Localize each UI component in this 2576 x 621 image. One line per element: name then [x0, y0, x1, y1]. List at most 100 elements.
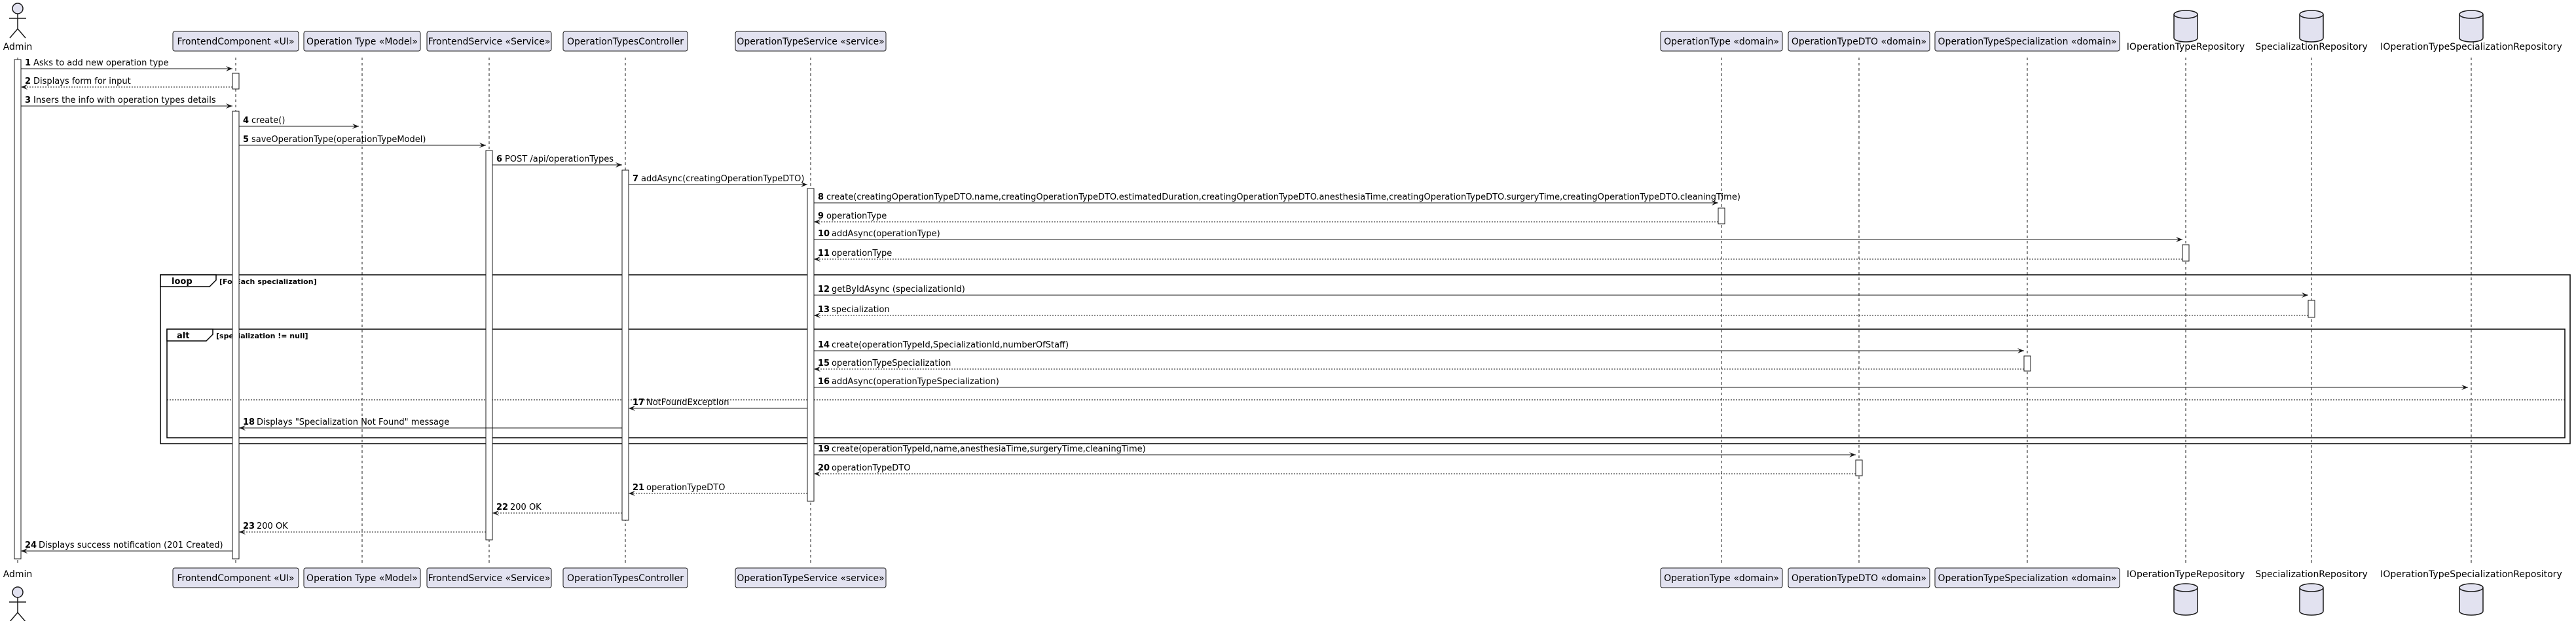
message-number: 5 [243, 135, 249, 145]
message-15: 15 operationTypeSpecialization [814, 359, 2024, 372]
participant-operation-type-service-top: OperationTypeService «service» [735, 31, 887, 52]
participant-frontend-component-bottom: FrontendComponent «UI» [172, 567, 299, 588]
message-number: 22 [496, 503, 508, 512]
message-10: 10 addAsync(operationType) [814, 229, 2182, 242]
activation-bar-ioperation-type-repository [2182, 244, 2190, 262]
message-1: 1 Asks to add new operation type [21, 58, 232, 71]
message-12: 12 getByIdAsync (specializationId) [814, 285, 2308, 298]
message-13: 13 specialization [814, 305, 2308, 318]
message-number: 6 [496, 154, 502, 164]
message-number: 18 [243, 417, 255, 427]
activation-bar-frontend-component [232, 111, 240, 559]
message-label: Insers the info with operation types det… [33, 96, 216, 105]
message-4: 4 create() [239, 116, 359, 129]
participant-label: OperationTypeDTO «domain» [1792, 37, 1926, 47]
message-label: operationTypeDTO [832, 463, 910, 473]
activation-bar-operation-type-dto [1855, 459, 1863, 476]
participant-label: Operation Type «Model» [306, 37, 418, 47]
message-label: getByIdAsync (specializationId) [832, 285, 965, 294]
participant-label: Admin [3, 42, 33, 52]
message-24: 24 Displays success notification (201 Cre… [21, 541, 232, 554]
message-number: 16 [818, 377, 830, 387]
message-label: specialization [832, 305, 890, 315]
participant-ioperation-type-repository-bottom: IOperationTypeRepository [2127, 569, 2245, 616]
participant-ioperation-type-specialization-repository-top: IOperationTypeSpecializationRepository [2380, 10, 2562, 52]
database-icon [2459, 583, 2484, 616]
message-number: 14 [818, 340, 830, 350]
participant-label: OperationType «domain» [1664, 37, 1779, 47]
message-20: 20 operationTypeDTO [814, 463, 1856, 476]
participant-admin-top: Admin [3, 3, 33, 52]
participant-label: IOperationTypeSpecializationRepository [2380, 42, 2562, 52]
message-label: addAsync(operationTypeSpecialization) [832, 377, 999, 387]
participant-frontend-service-bottom: FrontendService «Service» [426, 567, 552, 588]
participant-label: Operation Type «Model» [306, 573, 418, 584]
participant-label: OperationTypeSpecialization «domain» [1938, 573, 2117, 584]
participant-label: FrontendComponent «UI» [177, 573, 294, 584]
message-9: 9 operationType [814, 211, 1718, 224]
loop-keyword: loop [172, 277, 193, 287]
participant-specialization-repository-bottom: SpecializationRepository [2255, 569, 2368, 616]
message-number: 1 [25, 58, 31, 68]
activation-bar-operation-type-domain [1718, 207, 1725, 224]
participant-heads: Admin Admin FrontendComponent «UI» Frontend… [3, 3, 2562, 621]
message-2: 2 Displays form for input [21, 77, 232, 90]
message-label: Displays success notification (201 Creat… [39, 541, 223, 550]
fragments: loop [ForEach specialization] alt [speci… [160, 274, 2571, 444]
participant-operation-type-specialization-domain-top: OperationTypeSpecialization «domain» [1934, 31, 2120, 52]
message-5: 5 saveOperationType(operationTypeModel) [239, 135, 486, 148]
message-number: 21 [633, 483, 644, 493]
message-label: 200 OK [510, 503, 542, 512]
message-label: operationType [826, 211, 887, 221]
activation-bar-specialization-repository [2308, 300, 2315, 318]
message-number: 12 [818, 285, 830, 294]
message-number: 8 [818, 192, 824, 202]
message-16: 16 addAsync(operationTypeSpecialization) [814, 377, 2468, 390]
message-label: create() [251, 116, 285, 126]
participant-label: Admin [3, 569, 33, 580]
message-18: 18 Displays "Specialization Not Found" me… [239, 417, 622, 431]
activation-bar-operation-types-controller [621, 169, 629, 521]
message-label: create(creatingOperationTypeDTO.name,cre… [826, 192, 1740, 202]
message-number: 9 [818, 211, 824, 221]
message-number: 7 [633, 174, 638, 184]
activation-bar-frontend-component [232, 73, 240, 90]
participant-specialization-repository-top: SpecializationRepository [2255, 10, 2368, 52]
participant-label: SpecializationRepository [2255, 42, 2368, 52]
database-icon [2299, 583, 2324, 616]
activation-bar-operation-type-specialization-domain [2023, 355, 2031, 372]
participant-operation-type-domain-bottom: OperationType «domain» [1660, 567, 1783, 588]
participant-operation-type-dto-top: OperationTypeDTO «domain» [1788, 31, 1930, 52]
message-3: 3 Insers the info with operation types de… [21, 96, 232, 109]
database-icon [2173, 583, 2198, 616]
message-number: 15 [818, 359, 830, 368]
participant-operation-types-controller-bottom: OperationTypesController [562, 567, 688, 588]
participant-label: OperationTypesController [567, 37, 684, 47]
participant-ioperation-type-repository-top: IOperationTypeRepository [2127, 10, 2245, 52]
participant-admin-bottom: Admin [3, 569, 33, 621]
message-number: 4 [243, 116, 249, 126]
message-label: Displays "Specialization Not Found" mess… [257, 417, 449, 427]
message-number: 3 [25, 96, 31, 105]
participant-operation-type-dto-bottom: OperationTypeDTO «domain» [1788, 567, 1930, 588]
participant-operation-type-model-top: Operation Type «Model» [303, 31, 421, 52]
loop-fragment: loop [ForEach specialization] [160, 274, 2571, 444]
message-number: 17 [633, 398, 644, 408]
participant-label: OperationType «domain» [1664, 573, 1779, 584]
participant-label: OperationTypesController [567, 573, 684, 584]
message-number: 20 [818, 463, 830, 473]
message-label: operationTypeSpecialization [832, 359, 951, 368]
participant-operation-type-specialization-domain-bottom: OperationTypeSpecialization «domain» [1934, 567, 2120, 588]
participant-label: OperationTypeSpecialization «domain» [1938, 37, 2117, 47]
activation-bar-admin [14, 59, 22, 559]
activation-bar-frontend-service [485, 150, 493, 541]
message-number: 19 [818, 444, 830, 454]
participant-operation-type-service-bottom: OperationTypeService «service» [735, 567, 887, 588]
participant-frontend-service-top: FrontendService «Service» [426, 31, 552, 52]
participant-label: FrontendService «Service» [428, 573, 551, 584]
participant-label: FrontendComponent «UI» [177, 37, 294, 47]
participant-label: SpecializationRepository [2255, 569, 2368, 580]
alt-fragment: alt [specialization != null] [166, 328, 2566, 438]
message-19: 19 create(operationTypeId,name,anesthesia… [814, 444, 1856, 457]
activation-bar-operation-type-service [807, 188, 815, 502]
